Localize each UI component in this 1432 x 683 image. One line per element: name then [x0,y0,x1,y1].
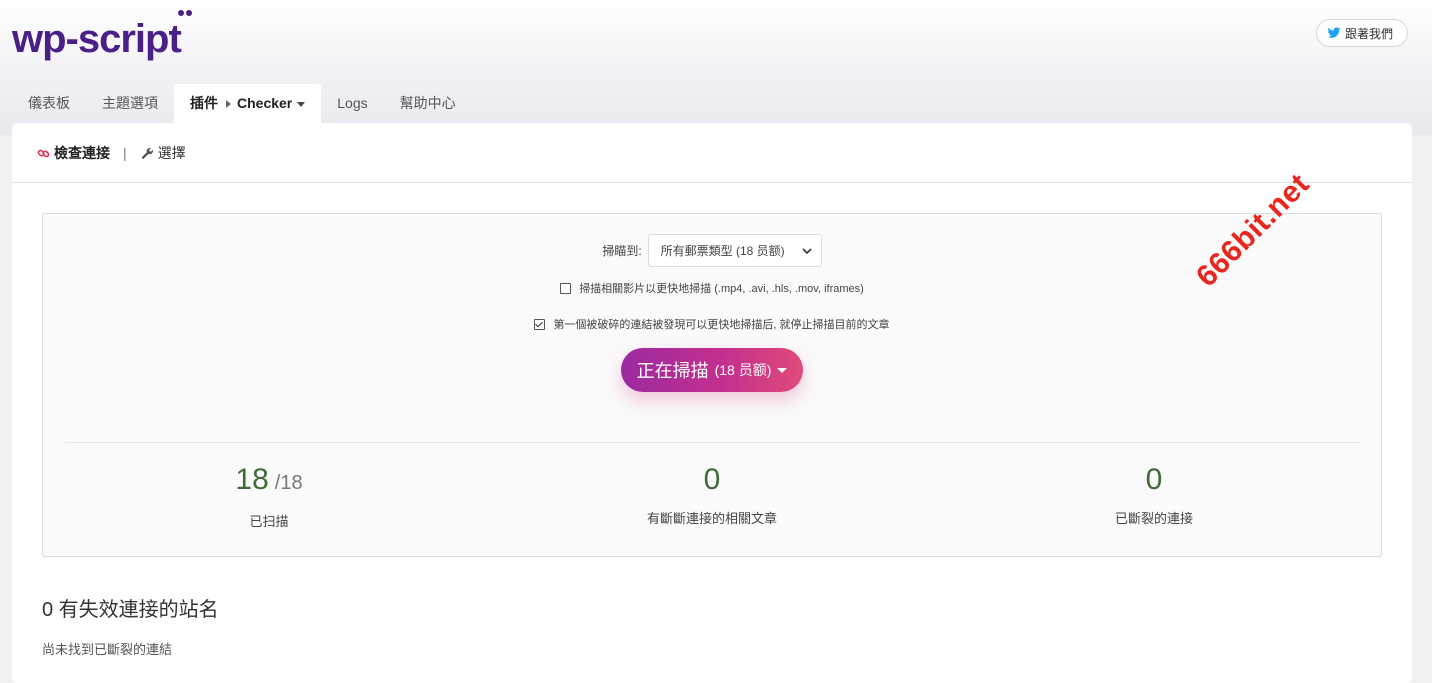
posts-broken-label: 有斷斷連接的相關文章 [646,511,777,526]
tab-help-center[interactable]: 幫助中心 [384,84,472,123]
scan-videos-checkbox[interactable] [560,282,572,294]
subnav-separator: | [123,145,127,161]
scanned-count: 18 [235,463,269,496]
tab-theme-options[interactable]: 主題選項 [86,84,174,123]
stat-posts-broken: 0 有斷斷連接的相關文章 [562,460,862,527]
svg-text:wp-script: wp-script [12,17,181,61]
tab-plugins-label: 插件 [190,95,218,111]
scan-target-label: 掃瞄到: [602,244,642,258]
breadcrumb-arrow-icon [226,99,231,108]
posts-broken-count: 0 [703,463,721,496]
card-divider [12,182,1412,183]
scanning-button-label: 正在掃描 [636,361,709,381]
check-links-label: 檢查連接 [54,145,110,161]
stat-broken-links: 0 已斷裂的連接 [1004,460,1304,527]
scan-panel: 掃瞄到: 所有郵票類型 (18 员额) 掃描相關影片以更快地掃描 (.mp4, … [42,213,1382,557]
check-links-link[interactable]: 檢查連接 [37,143,110,163]
sub-navigation: 檢查連接 | 選擇 [37,143,186,163]
tab-dashboard[interactable]: 儀表板 [12,84,86,123]
scan-button-row: 正在掃描 (18 员额) [43,348,1381,392]
chevron-down-icon [802,247,812,254]
stop-on-first-checkbox[interactable] [534,318,546,330]
scanning-button-count: (18 员额) [714,362,772,378]
tab-checker-label: Checker [237,95,293,111]
scanned-total: /18 [274,472,303,494]
follow-twitter-button[interactable]: 跟著我們 [1315,19,1408,47]
scanned-label: 已扫描 [249,514,289,529]
broken-links-label: 已斷裂的連接 [1114,511,1193,526]
no-broken-links-message: 尚未找到已斷裂的連結 [42,642,173,657]
post-type-select[interactable]: 所有郵票類型 (18 员额) [647,234,822,267]
wrench-icon [141,147,153,159]
dropdown-caret-icon [297,101,306,107]
options-label: 選擇 [157,145,186,161]
twitter-label: 跟著我們 [1344,26,1393,41]
broken-sites-heading: 0 有失效連接的站名 [42,599,219,621]
scan-target-row: 掃瞄到: 所有郵票類型 (18 员额) [43,234,1381,267]
broken-links-count: 0 [1145,463,1163,496]
tab-logs[interactable]: Logs [321,84,383,123]
main-card: 檢查連接 | 選擇 掃瞄到: 所有郵票類型 (18 员额) 掃描相關影片以更快地… [12,123,1412,683]
post-type-select-value: 所有郵票類型 (18 员额) [660,244,785,258]
link-icon [37,149,50,157]
stats-divider [65,442,1361,443]
scan-videos-option: 掃描相關影片以更快地掃描 (.mp4, .avi, .hls, .mov, if… [43,280,1381,296]
scan-videos-label: 掃描相關影片以更快地掃描 (.mp4, .avi, .hls, .mov, if… [579,283,864,295]
tab-plugins-checker[interactable]: 插件 Checker [174,84,322,124]
stat-scanned: 18/18 已扫描 [119,460,419,530]
dropdown-caret-icon [777,367,788,373]
wp-script-logo[interactable]: wp-script [12,8,202,64]
main-tabs: 儀表板 主題選項 插件 Checker Logs 幫助中心 [12,84,472,124]
scanning-button[interactable]: 正在掃描 (18 员额) [620,348,804,392]
options-link[interactable]: 選擇 [141,143,186,163]
twitter-icon [1327,27,1341,38]
stop-on-first-option: 第一個被破碎的連結被發現可以更快地掃描后, 就停止掃描目前的文章 [43,316,1381,332]
stop-on-first-label: 第一個被破碎的連結被發現可以更快地掃描后, 就停止掃描目前的文章 [553,319,890,331]
